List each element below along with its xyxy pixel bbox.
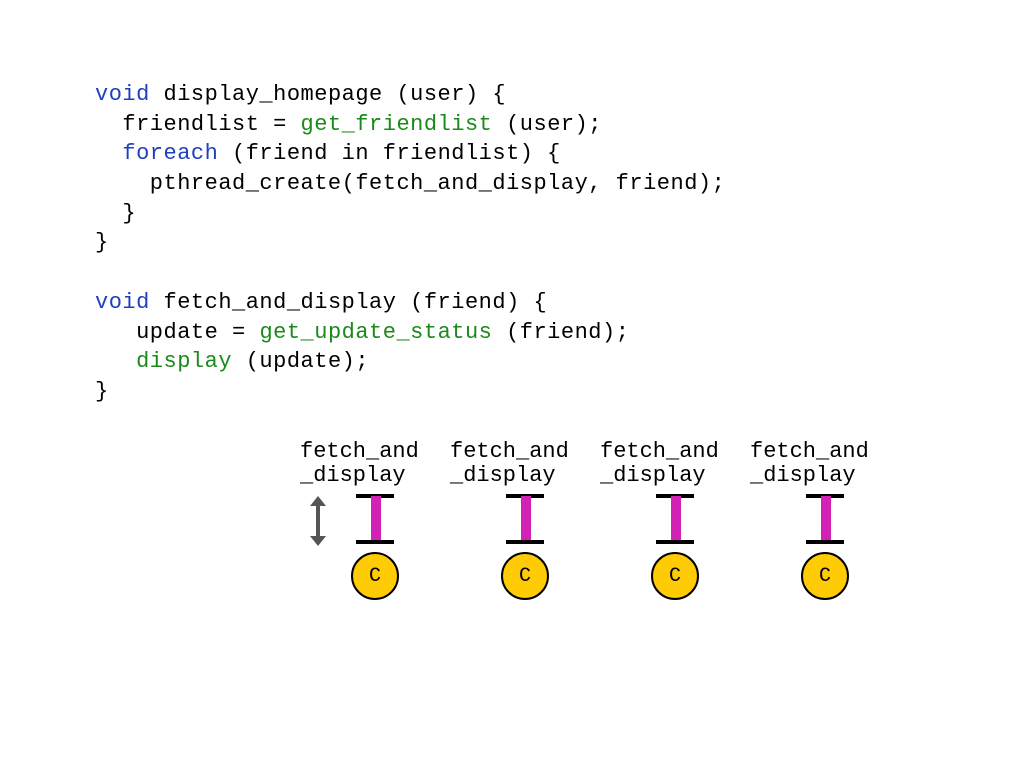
code-line: }: [95, 228, 725, 258]
thread-icon: [500, 494, 550, 544]
thread-column: fetch_and_display C: [600, 440, 750, 600]
code-line: [95, 258, 725, 288]
code-line: pthread_create(fetch_and_display, friend…: [95, 169, 725, 199]
code-line: }: [95, 199, 725, 229]
thread-icon: [650, 494, 700, 544]
core-icon: C: [651, 552, 699, 600]
code-line: foreach (friend in friendlist) {: [95, 139, 725, 169]
thread-diagram: fetch_and_display Cfetch_and_display Cfetc…: [300, 440, 920, 660]
core-icon: C: [501, 552, 549, 600]
thread-column: fetch_and_display C: [300, 440, 450, 600]
code-line: }: [95, 377, 725, 407]
thread-label: fetch_and_display: [750, 440, 900, 488]
code-line: display (update);: [95, 347, 725, 377]
thread-label: fetch_and_display: [600, 440, 750, 488]
code-line: void fetch_and_display (friend) {: [95, 288, 725, 318]
thread-label: fetch_and_display: [300, 440, 450, 488]
thread-label: fetch_and_display: [450, 440, 600, 488]
slide-root: void display_homepage (user) { friendlis…: [0, 0, 1024, 768]
thread-column: fetch_and_display C: [750, 440, 900, 600]
thread-icon: [800, 494, 850, 544]
core-icon: C: [351, 552, 399, 600]
thread-column: fetch_and_display C: [450, 440, 600, 600]
duration-arrow-icon: [310, 496, 326, 546]
thread-icon: [350, 494, 400, 544]
code-line: friendlist = get_friendlist (user);: [95, 110, 725, 140]
code-block: void display_homepage (user) { friendlis…: [95, 80, 725, 407]
code-line: update = get_update_status (friend);: [95, 318, 725, 348]
code-line: void display_homepage (user) {: [95, 80, 725, 110]
core-icon: C: [801, 552, 849, 600]
